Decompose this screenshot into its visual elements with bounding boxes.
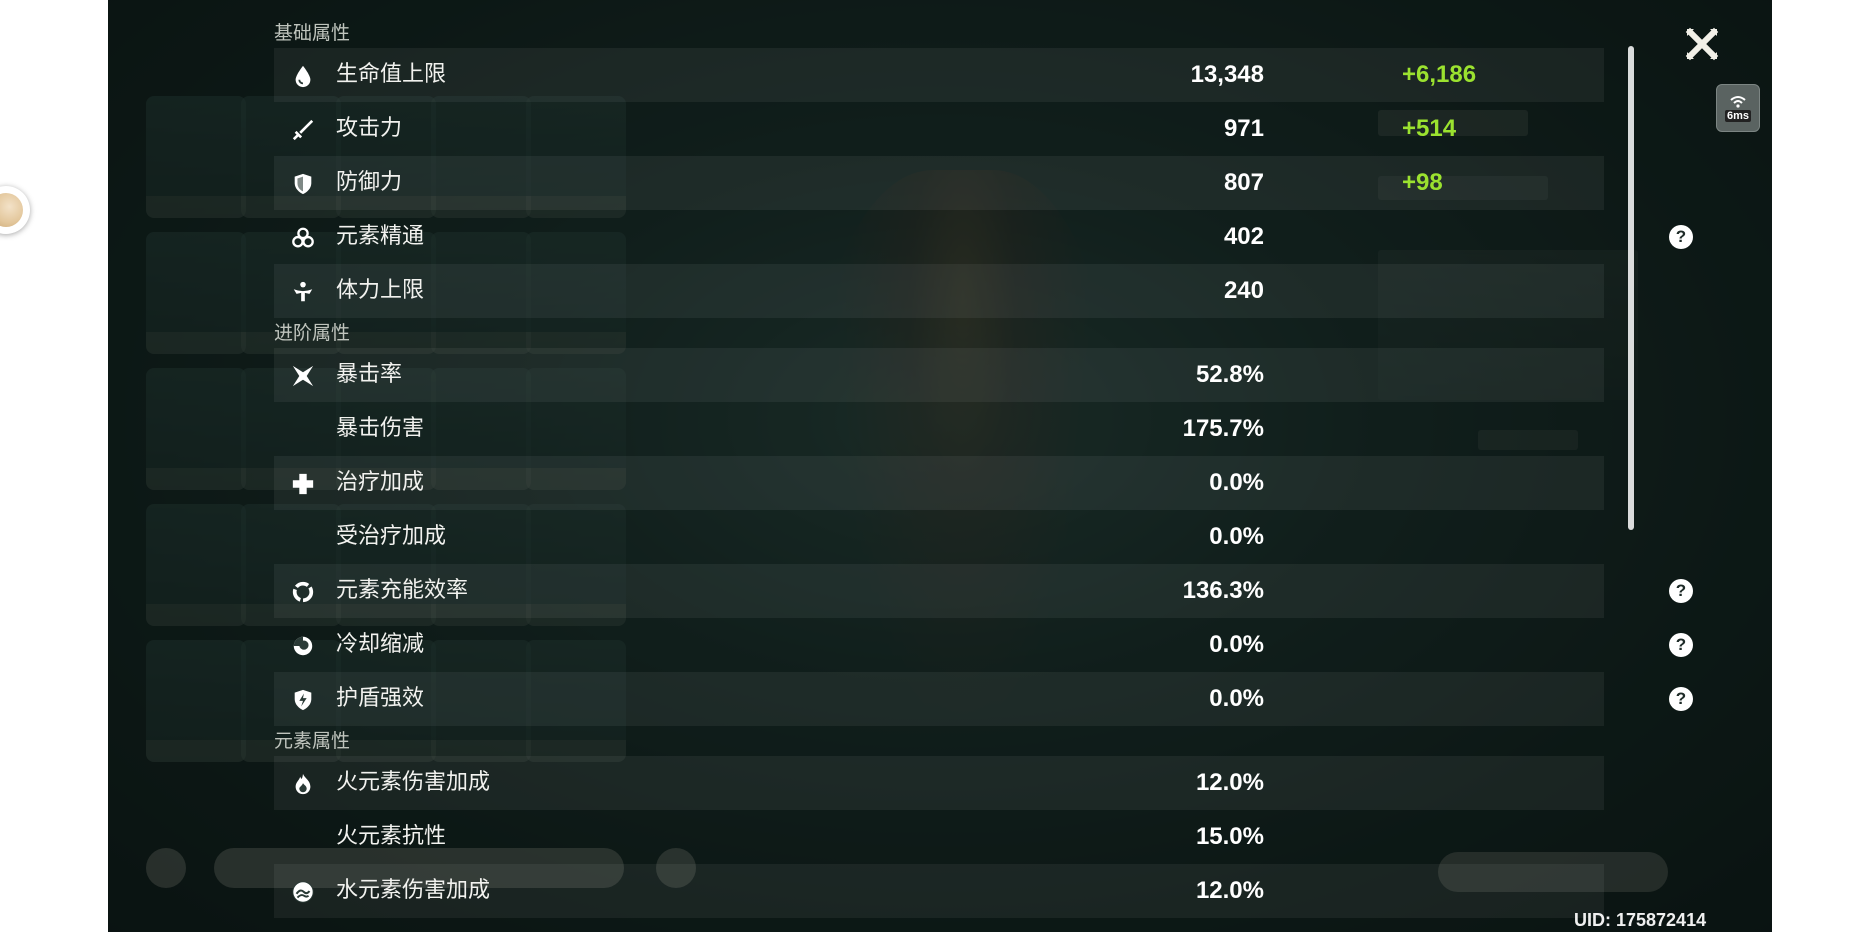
help-icon[interactable]: ? <box>1669 633 1693 657</box>
attribute-bonus: +6,186 <box>1402 61 1477 88</box>
attribute-value: 240 <box>1223 277 1264 304</box>
attribute-value: 0.0% <box>1209 631 1264 658</box>
section-header-advanced: 进阶属性 <box>274 322 351 344</box>
attribute-name: 防御力 <box>336 170 403 195</box>
attribute-row: 护盾强效 0.0%? <box>274 672 1693 726</box>
drop-icon <box>290 63 316 89</box>
help-icon[interactable]: ? <box>1669 225 1693 249</box>
attribute-row: 冷却缩减 0.0%? <box>274 618 1693 672</box>
attribute-value: 0.0% <box>1209 685 1264 712</box>
attribute-row: 火元素伤害加成 12.0% <box>274 756 1604 810</box>
game-viewport: 基础属性生命值上限 13,348 +6,186 攻击力 971 +514 防御力 807 +98… <box>108 0 1772 932</box>
attribute-value: 0.0% <box>1209 469 1264 496</box>
attribute-value: 12.0% <box>1195 877 1264 904</box>
attribute-name: 元素充能效率 <box>336 578 469 603</box>
attribute-row: 暴击率 52.8% <box>274 348 1604 402</box>
attribute-name: 生命值上限 <box>336 62 447 87</box>
attribute-value: 807 <box>1223 169 1264 196</box>
attribute-value: 52.8% <box>1195 361 1264 388</box>
shield-strength-icon <box>290 687 316 713</box>
attribute-row: 受治疗加成 0.0% <box>274 510 1604 564</box>
hydro-icon <box>290 879 316 905</box>
attribute-row: 治疗加成 0.0% <box>274 456 1604 510</box>
player-uid: UID: 175872414 <box>1574 910 1707 930</box>
wifi-icon <box>1730 96 1746 108</box>
help-icon[interactable]: ? <box>1669 579 1693 603</box>
attribute-name: 护盾强效 <box>336 686 425 711</box>
attribute-row: 元素充能效率 136.3%? <box>274 564 1693 618</box>
shield-icon <box>290 171 316 197</box>
crit-icon <box>290 363 316 389</box>
close-button[interactable] <box>1682 24 1722 64</box>
pyro-icon <box>290 771 316 797</box>
sword-icon <box>290 117 316 143</box>
attribute-name: 体力上限 <box>336 278 425 303</box>
close-icon <box>1685 27 1719 61</box>
section-header-elemental: 元素属性 <box>274 730 351 752</box>
attribute-name: 攻击力 <box>336 116 403 141</box>
attribute-row: 水元素伤害加成 12.0% <box>274 864 1604 918</box>
attribute-name: 暴击伤害 <box>336 416 425 441</box>
attribute-row: 防御力 807 +98 <box>274 156 1604 210</box>
network-latency-badge: 6ms <box>1716 84 1760 132</box>
section-header-base: 基础属性 <box>274 22 351 44</box>
attribute-name: 元素精通 <box>336 224 425 249</box>
attribute-list: 基础属性生命值上限 13,348 +6,186 攻击力 971 +514 防御力 807 +98… <box>274 18 1693 918</box>
attribute-value: 136.3% <box>1182 577 1264 604</box>
attribute-row: 生命值上限 13,348 +6,186 <box>274 48 1604 102</box>
attribute-bonus: +98 <box>1402 169 1443 196</box>
attribute-value: 175.7% <box>1182 415 1264 442</box>
elemental-mastery-icon <box>290 225 316 251</box>
attribute-name: 火元素抗性 <box>336 824 447 849</box>
healing-cross-icon <box>290 471 316 497</box>
attribute-name: 火元素伤害加成 <box>336 770 491 795</box>
attribute-row: 元素精通 402? <box>274 210 1693 264</box>
attribute-value: 12.0% <box>1195 769 1264 796</box>
attribute-row: 暴击伤害 175.7% <box>274 402 1604 456</box>
attribute-value: 15.0% <box>1195 823 1264 850</box>
attribute-value: 13,348 <box>1190 61 1264 88</box>
attribute-name: 水元素伤害加成 <box>336 878 491 903</box>
scrollbar[interactable] <box>1628 46 1634 530</box>
energy-recharge-icon <box>290 579 316 605</box>
attribute-row: 攻击力 971 +514 <box>274 102 1604 156</box>
attribute-row: 火元素抗性 15.0% <box>274 810 1604 864</box>
attribute-value: 971 <box>1223 115 1264 142</box>
cooldown-icon <box>290 633 316 659</box>
attribute-name: 暴击率 <box>336 362 403 387</box>
stamina-icon <box>290 279 316 305</box>
attribute-value: 0.0% <box>1209 523 1264 550</box>
attribute-value: 402 <box>1223 223 1264 250</box>
floating-assistant-bubble[interactable] <box>0 186 30 234</box>
attribute-row: 体力上限 240 <box>274 264 1604 318</box>
attribute-bonus: +514 <box>1402 115 1457 142</box>
attribute-name: 治疗加成 <box>336 470 425 495</box>
help-icon[interactable]: ? <box>1669 687 1693 711</box>
assistant-avatar <box>0 193 23 227</box>
attribute-details-panel[interactable]: 基础属性生命值上限 13,348 +6,186 攻击力 971 +514 防御力 807 +98… <box>274 18 1712 918</box>
attribute-name: 受治疗加成 <box>336 524 447 549</box>
attribute-name: 冷却缩减 <box>336 632 425 657</box>
latency-value: 6ms <box>1724 110 1752 122</box>
